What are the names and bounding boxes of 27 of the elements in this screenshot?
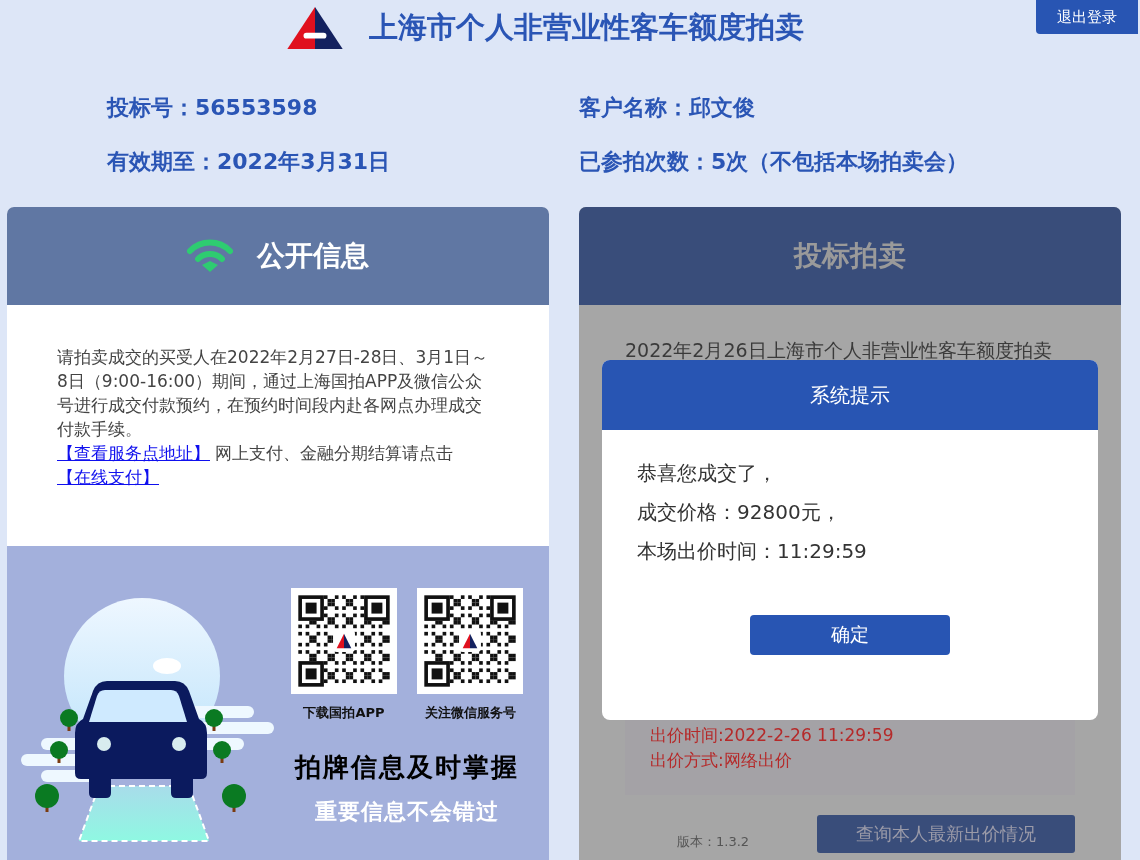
payment-link[interactable]: 【在线支付】 [57,467,159,487]
bid-detail-text: 出价方式:网络出价 [650,749,793,772]
panel-title: 投标拍卖 [794,238,906,274]
payment-link[interactable]: 【查看服务点地址】 [57,443,210,463]
dialog-message: 本场出价时间：11:29:59 [637,538,868,565]
account-info-text: 投标号：56553598 [107,94,319,122]
confirm-button[interactable]: 确定 [750,615,950,655]
payment-text: 【查看服务点地址】 网上支付、金融分期结算请点击 【在线支付】 [57,442,455,489]
slogan-text: 拍牌信息及时掌握 [295,751,519,784]
logout-button[interactable]: 退出登录 [1036,0,1138,34]
logo-icon [286,7,343,49]
dialog-title: 系统提示 [602,360,1098,430]
notice-text: 请拍卖成交的买受人在2022年2月27日-28日、3月1日～8日（9:00-16:00）期间，通过上海国拍APP及微信公众号进行成交付款预约，在预约时间段内赴各网点办理成交付款手续。 [57,346,490,441]
subslogan-text: 重要信息不会错过 [315,798,499,826]
version-text: 版本：1.3.2 [677,833,750,851]
qr-caption: 下载国拍APP [303,704,385,722]
auction-title: 2022年2月26日上海市个人非营业性客车额度拍卖 [625,338,1053,363]
account-info-text: 客户名称：邱文俊 [579,94,756,122]
bid-detail-text: 出价时间:2022-2-26 11:29:59 [650,724,895,747]
wifi-icon [187,239,233,273]
dialog-message: 恭喜您成交了， [637,460,778,487]
qr-caption: 关注微信服务号 [424,704,516,722]
panel-title: 公开信息 [257,238,369,274]
account-info-text: 已参拍次数：5次（不包括本场拍卖会） [579,148,970,176]
account-info-text: 有效期至：2022年3月31日 [107,148,392,176]
dialog-message: 成交价格：92800元， [637,499,842,526]
site-title: 上海市个人非营业性客车额度拍卖 [368,9,804,46]
